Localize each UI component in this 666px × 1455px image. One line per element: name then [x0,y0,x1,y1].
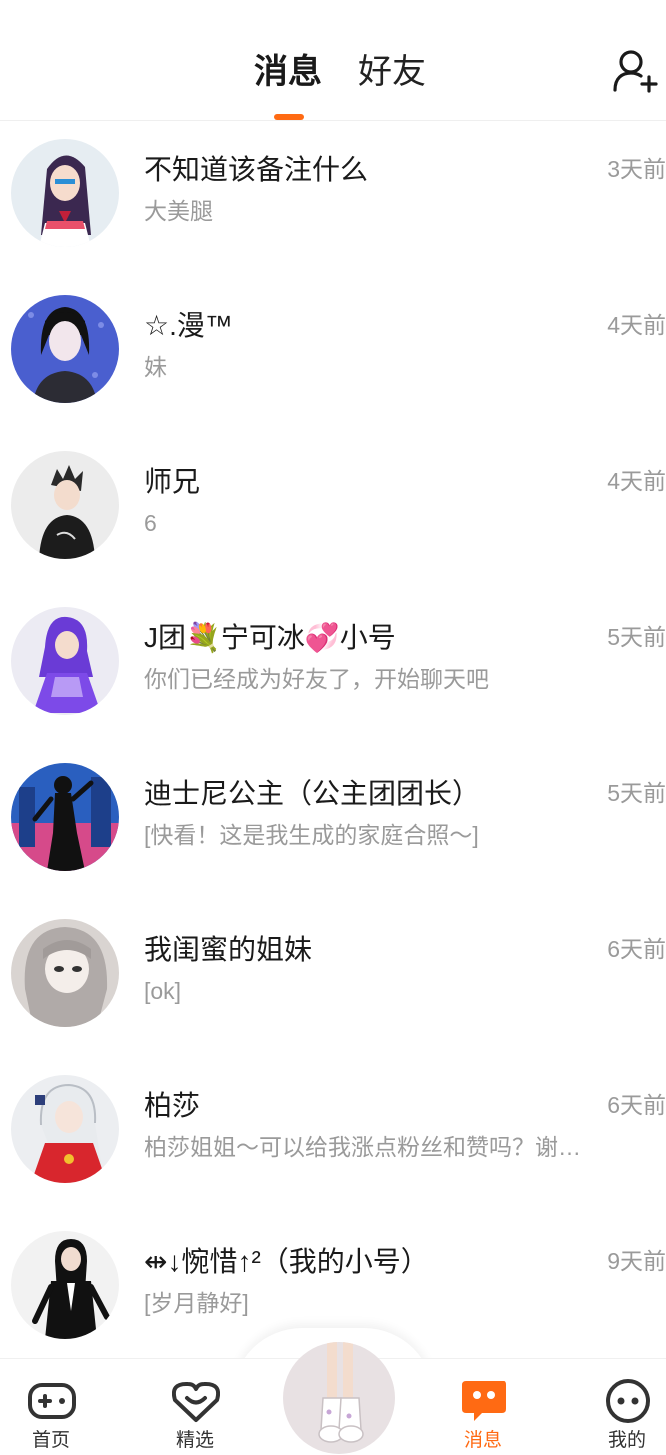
avatar[interactable] [11,1075,119,1183]
nav-featured[interactable]: 精选 [145,1359,245,1455]
conversation-preview: [岁月静好] [144,1290,249,1316]
conversation-row[interactable]: 柏莎 柏莎姐姐～可以给我涨点粉丝和赞吗？谢谢姐姐 6天前 [0,1058,666,1214]
avatar[interactable] [11,919,119,1027]
conversation-time: 3天前 [607,156,666,182]
nav-messages[interactable]: 消息 [433,1359,533,1455]
active-tab-indicator [274,114,304,120]
conversation-name: J团💐宁可冰💞小号 [144,622,396,653]
conversation-name: 师兄 [144,466,201,497]
heart-chat-icon [172,1381,220,1422]
conversation-row[interactable]: 师兄 6 4天前 [0,434,666,590]
conversation-name: 不知道该备注什么 [144,154,369,185]
conversation-name: ⇹↓惋惜↑²（我的小号） [144,1246,429,1277]
nav-label: 消息 [463,1430,502,1451]
conversation-preview: 柏莎姐姐～可以给我涨点粉丝和赞吗？谢谢姐姐 [144,1134,600,1160]
conversation-preview: 你们已经成为好友了，开始聊天吧 [144,666,489,692]
avatar[interactable] [11,451,119,559]
conversation-list: 不知道该备注什么 大美腿 3天前 ☆.漫™ 妹 4天前 师兄 6 4天前 J团💐… [0,122,666,1370]
conversation-name: ☆.漫™ [144,310,233,341]
conversation-row[interactable]: ☆.漫™ 妹 4天前 [0,278,666,434]
conversation-row[interactable]: J团💐宁可冰💞小号 你们已经成为好友了，开始聊天吧 5天前 [0,590,666,746]
conversation-time: 4天前 [607,468,666,494]
nav-profile[interactable]: 我的 [577,1359,666,1455]
message-bubble-icon [462,1381,506,1421]
nav-label: 我的 [607,1430,646,1451]
nav-label: 首页 [31,1430,70,1451]
avatar[interactable] [11,607,119,715]
avatar[interactable] [11,295,119,403]
avatar[interactable] [11,763,119,871]
conversation-time: 6天前 [607,936,666,962]
tab-friends[interactable]: 好友 [358,50,426,94]
conversation-preview: 妹 [144,354,167,380]
conversation-preview: 大美腿 [144,198,213,224]
avatar[interactable] [11,1231,119,1339]
top-header: 消息 好友 [0,0,666,121]
conversation-preview: [快看！这是我生成的家庭合照～] [144,822,479,848]
add-user-icon[interactable] [612,48,658,94]
conversation-row[interactable]: 我闺蜜的姐妹 [ok] 6天前 [0,902,666,1058]
conversation-name: 柏莎 [144,1090,201,1121]
conversation-row[interactable]: 不知道该备注什么 大美腿 3天前 [0,122,666,278]
conversation-name: 我闺蜜的姐妹 [144,934,313,965]
tab-messages[interactable]: 消息 [254,50,322,94]
conversation-time: 4天前 [607,312,666,338]
conversation-row[interactable]: 迪士尼公主（公主团团长） [快看！这是我生成的家庭合照～] 5天前 [0,746,666,902]
conversation-preview: [ok] [144,978,182,1004]
face-icon [606,1379,650,1423]
conversation-preview: 6 [144,510,157,536]
conversation-time: 6天前 [607,1092,666,1118]
nav-center-avatar-button[interactable] [283,1342,395,1454]
nav-label: 精选 [175,1430,214,1451]
conversation-name: 迪士尼公主（公主团团长） [144,778,481,809]
conversation-time: 5天前 [607,624,666,650]
gamepad-icon [28,1383,76,1419]
avatar[interactable] [11,139,119,247]
nav-home[interactable]: 首页 [1,1359,101,1455]
conversation-time: 5天前 [607,780,666,806]
conversation-time: 9天前 [607,1248,666,1274]
